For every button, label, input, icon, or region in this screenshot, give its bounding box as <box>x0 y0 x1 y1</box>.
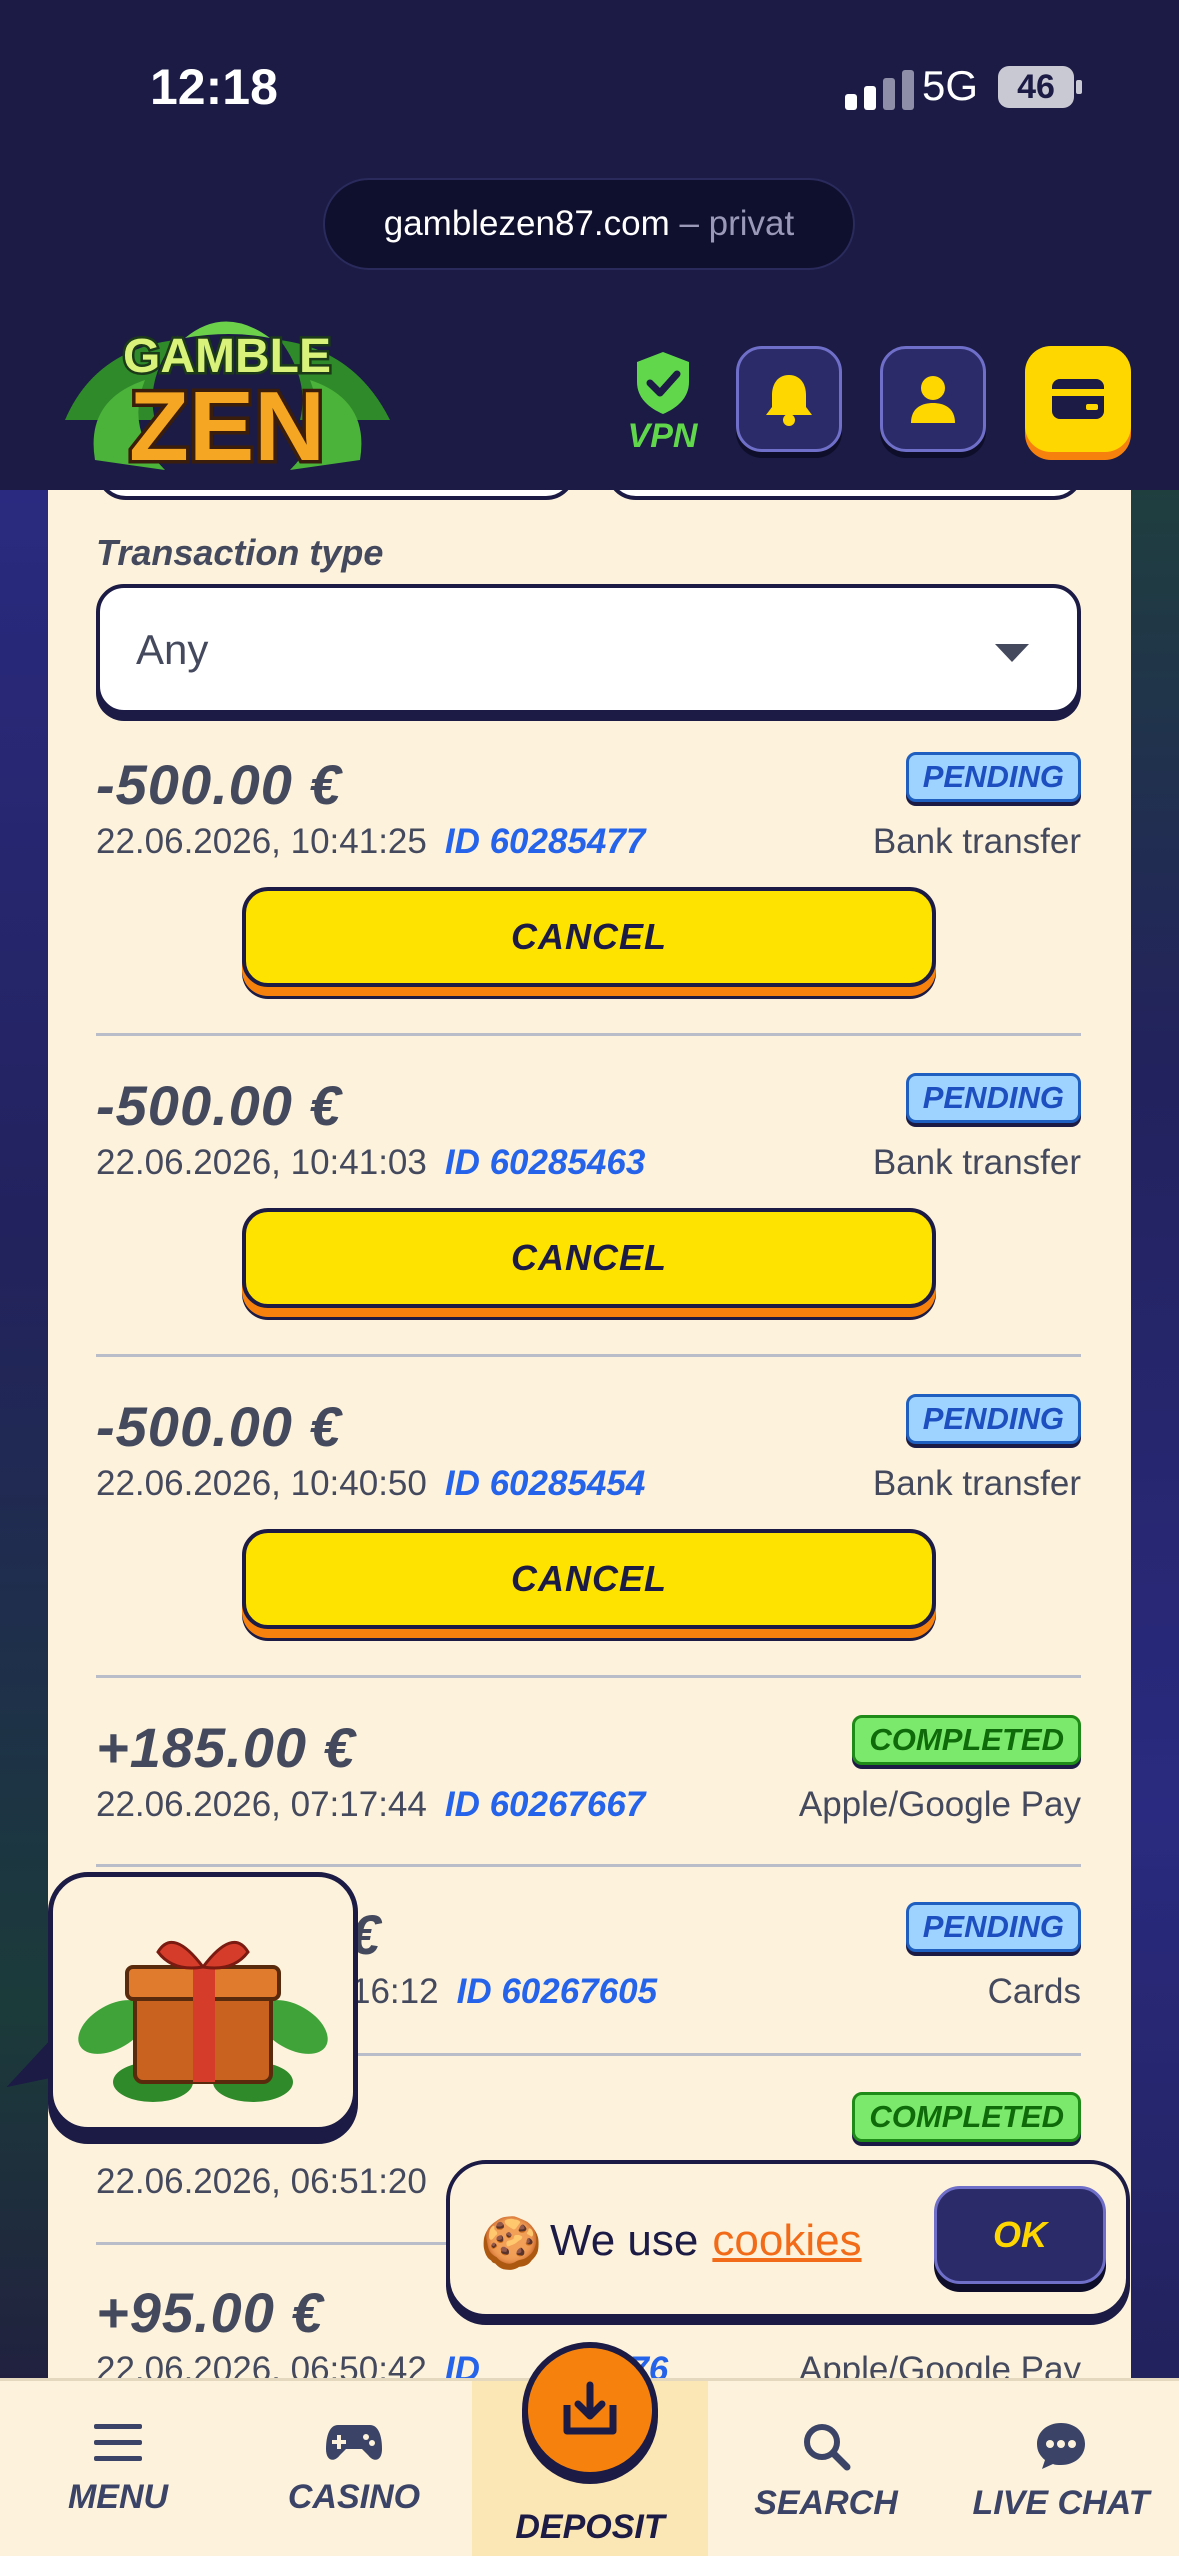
status-badge: COMPLETED <box>852 2092 1081 2142</box>
nav-live-chat-label: LIVE CHAT <box>972 2484 1150 2522</box>
transaction-amount: -500.00 € <box>96 1074 342 1137</box>
transaction-amount: -500.00 € <box>96 1395 342 1458</box>
download-box-icon <box>563 2381 617 2435</box>
status-time: 12:18 <box>150 59 278 115</box>
transaction-datetime: 16:12 <box>351 1972 439 2011</box>
transaction-datetime: 22.06.2026, 07:17:44 <box>96 1785 427 1824</box>
account-button[interactable] <box>880 346 986 452</box>
vpn-indicator[interactable]: VPN <box>615 350 710 455</box>
transaction-amount: +95.00 € <box>96 2281 324 2344</box>
wallet-button[interactable] <box>1025 346 1131 452</box>
transaction-datetime: 22.06.2026, 10:41:25 <box>96 822 427 861</box>
nav-menu-label: MENU <box>67 2478 169 2516</box>
cookie-message: We use cookies <box>550 2216 862 2266</box>
transaction-id: ID 60267605 <box>456 1972 658 2011</box>
status-badge: PENDING <box>905 1902 1081 1952</box>
transaction-id: ID 60285463 <box>444 1143 646 1182</box>
cancel-button[interactable]: CANCEL <box>242 887 936 987</box>
nav-casino[interactable]: CASINO <box>236 2421 472 2517</box>
nav-search[interactable]: SEARCH <box>708 2421 944 2523</box>
battery-tip <box>1076 80 1082 94</box>
nav-deposit-label[interactable]: DEPOSIT <box>472 2508 708 2547</box>
status-badge: PENDING <box>905 752 1081 802</box>
gamepad-icon <box>326 2425 382 2460</box>
transaction-meta: 22.06.2026, 10:41:25 ID 60285477 Bank tra… <box>96 822 1081 862</box>
background-decoration <box>0 490 48 2380</box>
background-decoration <box>1131 490 1179 2380</box>
transaction-type-select[interactable]: Any <box>96 584 1081 714</box>
cancel-button[interactable]: CANCEL <box>242 1208 936 1308</box>
payment-method: Cards <box>987 1972 1081 2011</box>
chevron-down-icon <box>995 644 1029 662</box>
menu-icon <box>94 2424 142 2461</box>
search-icon <box>804 2424 851 2471</box>
cancel-button[interactable]: CANCEL <box>242 1529 936 1629</box>
nav-search-label: SEARCH <box>754 2484 898 2522</box>
payment-method: Apple/Google Pay <box>798 1785 1081 1824</box>
payment-method: Apple/Google Pay <box>798 2350 1081 2380</box>
cookie-banner: 🍪 We use cookies OK <box>446 2160 1130 2318</box>
chat-bubble-icon <box>1037 2423 1085 2469</box>
transaction-datetime: 22.06.2026, 10:41:03 <box>96 1143 427 1182</box>
nav-menu[interactable]: MENU <box>0 2421 236 2517</box>
transaction-id: ID 60285477 <box>444 822 646 861</box>
status-badge: PENDING <box>905 1073 1081 1123</box>
nav-deposit-button[interactable] <box>522 2342 658 2478</box>
status-badge: COMPLETED <box>852 1715 1081 1765</box>
date-to-field[interactable] <box>606 490 1084 500</box>
divider <box>96 1864 1081 1867</box>
transaction-datetime: 22.06.2026, 06:51:20 <box>96 2162 427 2201</box>
nav-live-chat[interactable]: LIVE CHAT <box>943 2421 1179 2523</box>
url-text: gamblezen87.com <box>383 204 670 243</box>
cookie-icon: 🍪 <box>480 2215 543 2271</box>
private-mode-label: – privat <box>679 204 795 243</box>
cookie-ok-button[interactable]: OK <box>934 2186 1106 2284</box>
transaction-amount: +185.00 € <box>96 1716 356 1779</box>
gift-bonus-popup[interactable] <box>48 1872 358 2132</box>
svg-text:ZEN: ZEN <box>129 371 325 481</box>
status-badge: PENDING <box>905 1394 1081 1444</box>
signal-icon <box>845 70 914 110</box>
nav-casino-label: CASINO <box>287 2478 421 2516</box>
transaction-type-value: Any <box>136 626 209 673</box>
network-type: 5G <box>922 62 979 109</box>
gamblezen-logo[interactable]: GAMBLE ZEN <box>55 310 400 495</box>
transaction-id: ID 60285454 <box>444 1464 646 1503</box>
transaction-type-label: Transaction type <box>96 532 384 573</box>
transaction-id: ID 60267667 <box>444 1785 646 1824</box>
bell-icon <box>766 375 812 426</box>
payment-method: Bank transfer <box>872 1464 1081 1503</box>
date-from-field[interactable] <box>96 490 576 500</box>
divider <box>96 1033 1081 1036</box>
transaction-amount: -500.00 € <box>96 753 342 816</box>
battery-icon: 46 <box>998 66 1074 108</box>
divider <box>96 1675 1081 1678</box>
transaction-datetime: 22.06.2026, 06:50:42 <box>96 2350 427 2380</box>
user-icon <box>911 376 955 423</box>
transaction-datetime: 22.06.2026, 10:40:50 <box>96 1464 427 1503</box>
battery-level: 46 <box>1017 67 1055 106</box>
cookies-link[interactable]: cookies <box>712 2216 861 2265</box>
cookie-text: We use <box>550 2216 699 2265</box>
transaction-meta: 22.06.2026, 10:41:03 ID 60285463 Bank tra… <box>96 1143 1081 1183</box>
divider <box>96 1354 1081 1357</box>
notifications-button[interactable] <box>736 346 842 452</box>
transaction-meta: 22.06.2026, 07:17:44 ID 60267667 Apple/Go… <box>96 1785 1081 1825</box>
transaction-id: ID <box>444 2350 480 2380</box>
gift-box-icon <box>78 1941 328 2102</box>
vpn-label: VPN <box>627 417 698 455</box>
wallet-icon <box>1052 379 1104 419</box>
payment-method: Bank transfer <box>872 1143 1081 1182</box>
payment-method: Bank transfer <box>872 822 1081 861</box>
transaction-meta: 22.06.2026, 10:40:50 ID 60285454 Bank tra… <box>96 1464 1081 1504</box>
shield-check-icon <box>636 352 689 414</box>
url-bar[interactable]: gamblezen87.com – privat <box>323 178 855 270</box>
